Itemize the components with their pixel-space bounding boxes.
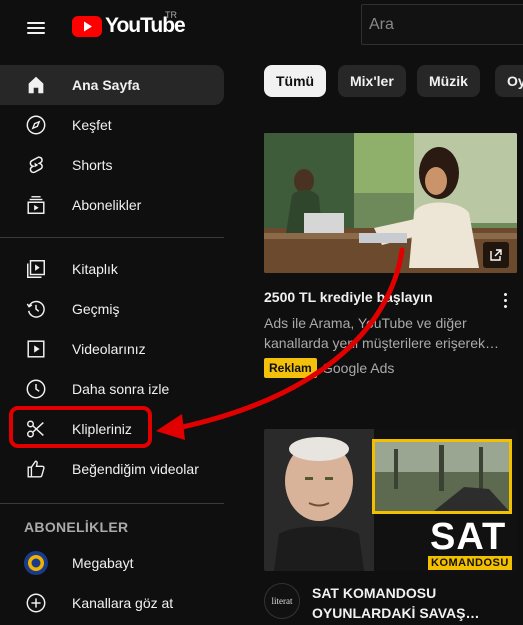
ad-source: Google Ads: [322, 360, 395, 376]
watch-later-icon: [24, 377, 48, 401]
sidebar-item-label: Videolarınız: [72, 341, 146, 357]
sidebar-item-subscriptions[interactable]: Abonelikler: [12, 185, 224, 225]
ad-title[interactable]: 2500 TL krediyle başlayın: [264, 287, 433, 307]
sidebar-item-label: Shorts: [72, 157, 113, 173]
chip-mixes[interactable]: Mix'ler: [338, 65, 406, 97]
subscriptions-icon: [24, 193, 48, 217]
video-title-line2[interactable]: OYUNLARDAKİ SAVAŞ…: [312, 603, 480, 623]
menu-icon[interactable]: [24, 16, 48, 40]
ad-thumbnail[interactable]: [264, 133, 517, 273]
sidebar-item-label: Keşfet: [72, 117, 112, 133]
sidebar-item-megabayt[interactable]: Megabayt: [12, 543, 224, 583]
thumbnail-overlay-subtitle: KOMANDOSU: [428, 556, 512, 570]
chip-gaming[interactable]: Oy: [495, 65, 523, 97]
sidebar-item-home[interactable]: Ana Sayfa: [0, 65, 224, 105]
sidebar-item-your-videos[interactable]: Videolarınız: [12, 329, 224, 369]
ad-thumbnail-image: [264, 133, 517, 273]
sidebar-item-liked-videos[interactable]: Beğendiğim videolar: [12, 449, 224, 489]
sidebar-item-library[interactable]: Kitaplık: [12, 249, 224, 289]
sidebar-divider: [0, 237, 224, 238]
ad-badge: Reklam: [264, 358, 317, 378]
search-input[interactable]: [361, 4, 523, 45]
history-icon: [24, 297, 48, 321]
sidebar-item-label: Daha sonra izle: [72, 381, 170, 397]
scissors-icon: [24, 417, 48, 441]
library-icon: [24, 257, 48, 281]
sidebar-item-label: Beğendiğim videolar: [72, 461, 199, 477]
youtube-logo[interactable]: YouTube TR: [72, 10, 186, 38]
video-title-line1[interactable]: SAT KOMANDOSU: [312, 583, 436, 603]
sidebar-item-label: Megabayt: [72, 555, 134, 571]
sidebar-item-explore[interactable]: Keşfet: [12, 105, 224, 145]
sidebar-divider: [0, 503, 224, 504]
sidebar: Ana Sayfa Keşfet Shorts Abonelikler Kita…: [0, 56, 224, 625]
your-videos-icon: [24, 337, 48, 361]
channel-avatar: [24, 551, 48, 575]
external-link-icon[interactable]: [483, 242, 509, 268]
ad-description-line1: Ads ile Arama, YouTube ve diğer: [264, 315, 467, 331]
sidebar-item-history[interactable]: Geçmiş: [12, 289, 224, 329]
sidebar-item-your-clips[interactable]: Klipleriniz: [12, 409, 224, 449]
sidebar-item-label: Ana Sayfa: [72, 77, 140, 93]
channel-avatar-text: literat: [271, 596, 293, 606]
top-bar: YouTube TR: [0, 0, 523, 56]
youtube-play-icon: [72, 15, 102, 37]
chip-music[interactable]: Müzik: [417, 65, 480, 97]
subscriptions-section-title: ABONELİKLER: [24, 519, 129, 535]
more-options-icon[interactable]: [500, 290, 512, 310]
sidebar-item-browse-channels[interactable]: Kanallara göz at: [12, 583, 224, 623]
home-icon: [24, 73, 48, 97]
sidebar-item-label: Kitaplık: [72, 261, 118, 277]
compass-icon: [24, 113, 48, 137]
sidebar-item-label: Klipleriniz: [72, 421, 132, 437]
sidebar-item-label: Geçmiş: [72, 301, 120, 317]
ad-description-line2: kanallarda yeni müşterilere erişerek…: [264, 335, 499, 351]
sidebar-item-label: Kanallara göz at: [72, 595, 174, 611]
add-circle-icon: [24, 591, 48, 615]
country-code: TR: [165, 10, 177, 20]
thumbs-up-icon: [24, 457, 48, 481]
sidebar-item-label: Abonelikler: [72, 197, 142, 213]
chip-all[interactable]: Tümü: [264, 65, 327, 97]
sidebar-item-watch-later[interactable]: Daha sonra izle: [12, 369, 224, 409]
sidebar-item-shorts[interactable]: Shorts: [12, 145, 224, 185]
shorts-icon: [24, 153, 48, 177]
thumbnail-overlay-title: SAT: [430, 516, 507, 558]
channel-avatar[interactable]: literat: [264, 583, 300, 619]
